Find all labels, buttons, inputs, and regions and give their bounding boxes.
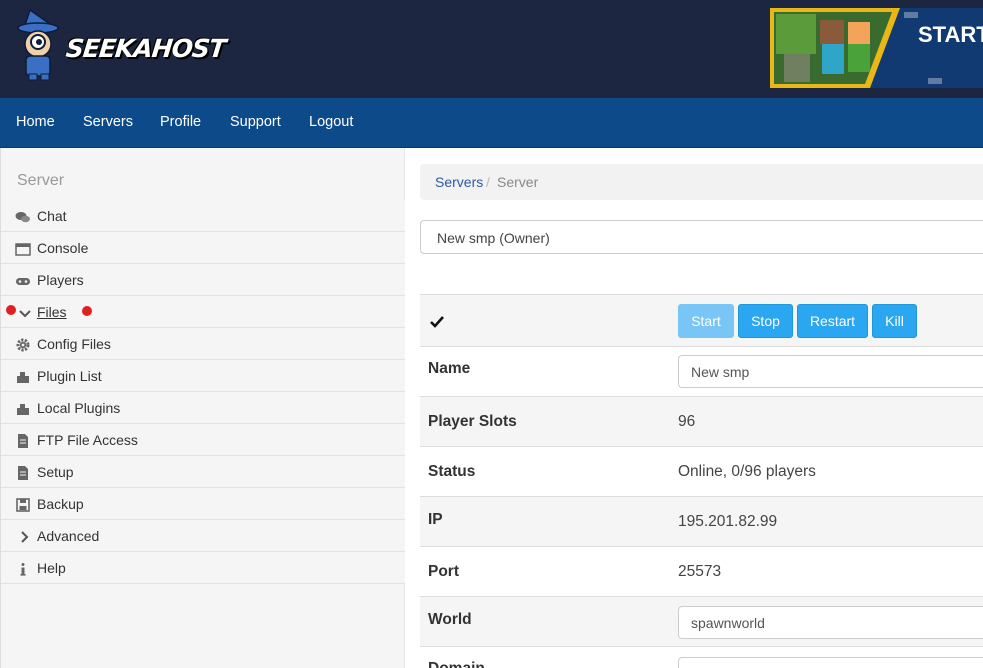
checkmark-icon (430, 316, 444, 328)
alert-dot (6, 305, 16, 315)
seekahost-logo[interactable]: SEEKAHOST (14, 8, 227, 81)
file-icon (18, 466, 28, 480)
kill-button[interactable]: Kill (872, 304, 917, 338)
puzzle-icon (17, 372, 29, 383)
domain-input[interactable] (678, 657, 983, 668)
site-header: SEEKAHOST START (0, 0, 983, 98)
save-icon (16, 498, 30, 512)
sidebar-item-help[interactable]: Help (1, 552, 405, 584)
nav-support[interactable]: Support (230, 114, 281, 130)
gear-icon (16, 338, 30, 352)
nav-logout[interactable]: Logout (309, 114, 353, 130)
sidebar-item-label: Advanced (37, 528, 100, 544)
name-input-value: New smp (691, 364, 750, 380)
name-input[interactable]: New smp (678, 355, 983, 388)
breadcrumb-servers-link[interactable]: Servers (435, 174, 483, 190)
sidebar-item-label: Config Files (37, 336, 111, 352)
sidebar-item-plugin-list[interactable]: Plugin List (1, 360, 405, 392)
world-input-value: spawnworld (691, 615, 765, 631)
ip-value: 195.201.82.99 (678, 513, 778, 530)
sidebar-item-label: FTP File Access (37, 432, 138, 448)
sidebar-item-label: Setup (37, 464, 74, 480)
sidebar-item-label: Backup (37, 496, 84, 512)
port-value: 25573 (678, 563, 722, 580)
wizard-mascot-icon (17, 8, 59, 81)
sidebar-item-config-files[interactable]: Config Files (1, 328, 405, 360)
sidebar-item-label: Local Plugins (37, 400, 121, 416)
sidebar-item-advanced[interactable]: Advanced (1, 520, 405, 552)
info-icon (20, 563, 26, 576)
status-label: Status (428, 463, 476, 480)
main-nav: Home Servers Profile Support Logout (0, 98, 983, 148)
sidebar-title: Server (17, 172, 65, 189)
ip-label: IP (428, 511, 443, 528)
world-input[interactable]: spawnworld (678, 606, 983, 639)
restart-button[interactable]: Restart (797, 304, 868, 338)
domain-label: Domain (428, 660, 485, 668)
server-select-value: New smp (Owner) (437, 230, 550, 246)
nav-home[interactable]: Home (16, 114, 55, 130)
sidebar-item-label: Plugin List (37, 368, 102, 384)
world-label: World (428, 611, 472, 628)
player-slots-label: Player Slots (428, 413, 517, 430)
sidebar-item-setup[interactable]: Setup (1, 456, 405, 488)
nav-servers[interactable]: Servers (83, 114, 133, 130)
stop-button[interactable]: Stop (738, 304, 793, 338)
sidebar-item-label: Files (37, 304, 67, 320)
sidebar-item-backup[interactable]: Backup (1, 488, 405, 520)
world-row: World spawnworld (420, 596, 983, 646)
gamepad-icon (16, 278, 30, 285)
status-value: Online, 0/96 players (678, 463, 816, 480)
status-row: Status Online, 0/96 players (420, 446, 983, 496)
sidebar-item-label: Chat (37, 208, 67, 224)
sidebar-item-chat[interactable]: Chat (1, 200, 405, 232)
chevron-down-icon (19, 310, 31, 318)
puzzle-icon (17, 404, 29, 415)
banner-text: START (918, 22, 983, 47)
sidebar-item-console[interactable]: Console (1, 232, 405, 264)
sidebar-item-players[interactable]: Players (1, 264, 405, 296)
player-slots-value: 96 (678, 413, 696, 430)
brand-name: SEEKAHOST (64, 34, 227, 63)
port-label: Port (428, 563, 459, 580)
file-icon (18, 434, 28, 448)
ip-row: IP 195.201.82.99 (420, 496, 983, 546)
nav-profile[interactable]: Profile (160, 114, 201, 130)
port-row: Port 25573 (420, 546, 983, 596)
sidebar-item-local-plugins[interactable]: Local Plugins (1, 392, 405, 424)
domain-row: Domain (420, 646, 983, 668)
minecraft-art-icon (770, 8, 983, 88)
breadcrumb: Servers / Server (420, 164, 983, 200)
start-button[interactable]: Start (678, 304, 734, 338)
console-icon (15, 243, 31, 256)
breadcrumb-current: Server (497, 174, 539, 190)
controls-row: Start Stop Restart Kill (420, 294, 983, 346)
sidebar-item-label: Players (37, 272, 84, 288)
name-label: Name (428, 360, 471, 377)
alert-dot (82, 306, 92, 316)
chevron-right-icon (21, 531, 29, 543)
player-slots-row: Player Slots 96 (420, 396, 983, 446)
name-row: Name New smp (420, 346, 983, 396)
server-select[interactable]: New smp (Owner) (420, 220, 983, 254)
server-sidebar: Server Chat Console Players Files Config… (0, 148, 405, 668)
breadcrumb-separator: / (486, 174, 490, 190)
sidebar-item-label: Help (37, 560, 66, 576)
sidebar-item-label: Console (37, 240, 89, 256)
sidebar-item-ftp-file-access[interactable]: FTP File Access (1, 424, 405, 456)
sidebar-item-files[interactable]: Files (1, 296, 405, 328)
minecraft-banner[interactable]: START (770, 8, 983, 88)
chat-icon (15, 212, 30, 223)
